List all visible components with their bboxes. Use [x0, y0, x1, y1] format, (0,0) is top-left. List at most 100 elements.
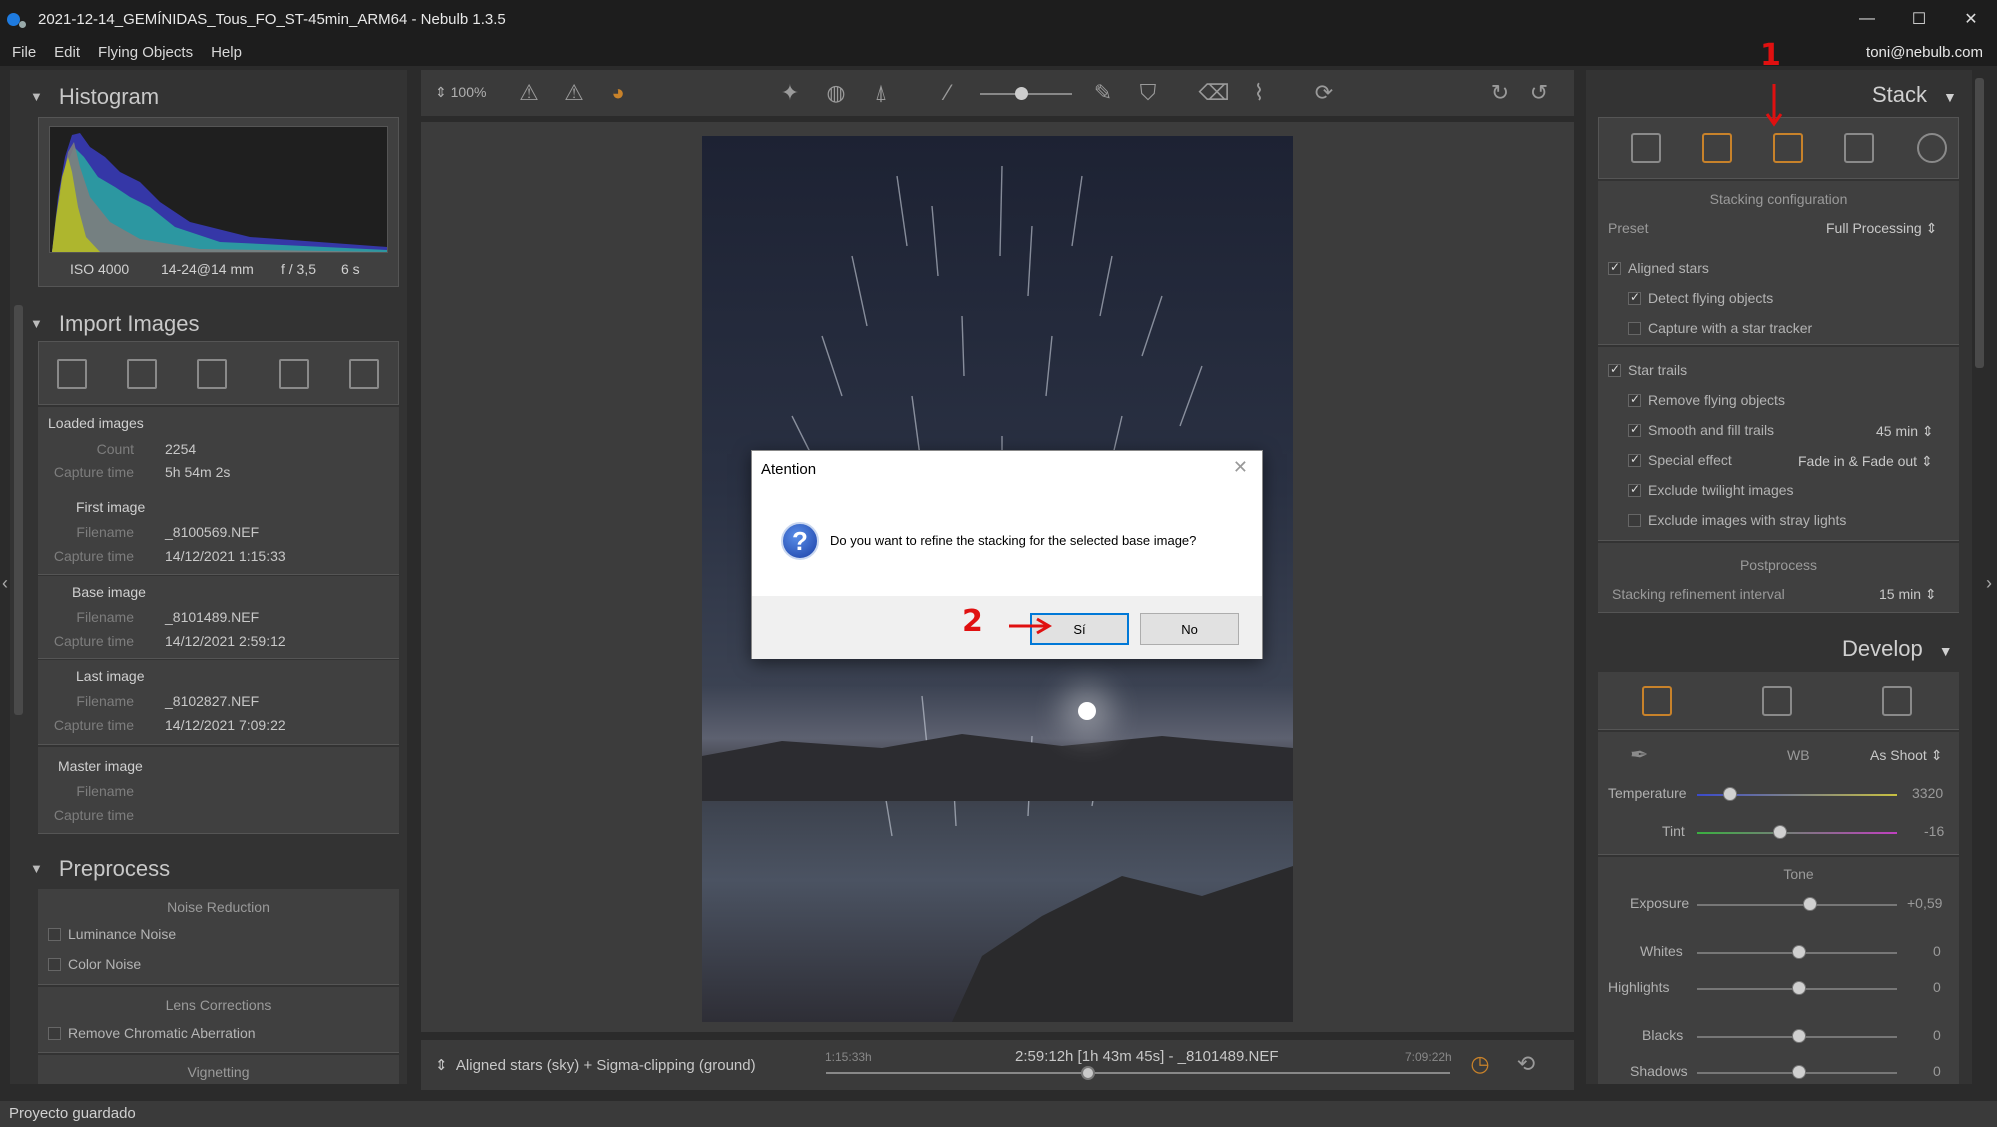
menu-help[interactable]: Help — [211, 44, 242, 61]
chromatic-aberration-checkbox[interactable]: Remove Chromatic Aberration — [48, 1025, 256, 1041]
import-images-header[interactable]: ▼ Import Images — [30, 311, 199, 337]
develop-landscape-icon[interactable] — [1762, 686, 1792, 716]
whites-knob[interactable] — [1792, 945, 1806, 959]
highlights-knob[interactable] — [1792, 981, 1806, 995]
main-toolbar: ⇕ 100% ⚠ ⚠ ◕ ✦ ◍ ⍋ ⁄ ✎ ⛉ ⌫ ⌇ ⟳ ↻ ↺ — [421, 70, 1574, 116]
shadows-knob[interactable] — [1792, 1065, 1806, 1079]
luminance-noise-checkbox[interactable]: Luminance Noise — [48, 926, 176, 942]
exclude-stray-lights-checkbox[interactable]: Exclude images with stray lights — [1628, 512, 1846, 528]
develop-image-icon[interactable] — [1642, 686, 1672, 716]
user-account[interactable]: toni@nebulb.com — [1866, 44, 1983, 61]
smooth-interval-dropdown[interactable]: 45 min ⇕ — [1876, 423, 1934, 440]
noise-reduction-box: Noise Reduction Luminance Noise Color No… — [38, 889, 399, 985]
exclude-twilight-checkbox[interactable]: Exclude twilight images — [1628, 482, 1794, 498]
detect-flying-objects-checkbox[interactable]: Detect flying objects — [1628, 290, 1773, 306]
stack-header[interactable]: Stack ▼ — [1872, 82, 1957, 108]
exposure-slider[interactable] — [1697, 904, 1897, 906]
loaded-images-box: Loaded images Count 2254 Capture time 5h… — [38, 407, 399, 575]
preprocess-header[interactable]: ▼ Preprocess — [30, 856, 170, 882]
import-folder-icon[interactable] — [127, 359, 157, 389]
special-effect-dropdown[interactable]: Fade in & Fade out ⇕ — [1798, 453, 1933, 470]
base-capture-time: 14/12/2021 2:59:12 — [165, 633, 286, 649]
palette-icon[interactable]: ◕ — [605, 80, 631, 105]
collapse-triangle-icon[interactable]: ▼ — [30, 89, 43, 104]
stars-icon[interactable]: ✦ — [777, 80, 803, 105]
import-photos-icon[interactable] — [57, 359, 87, 389]
dialog-close-icon[interactable]: ✕ — [1233, 457, 1248, 478]
postprocess-box: Postprocess Stacking refinement interval… — [1598, 543, 1959, 613]
refinement-interval-dropdown[interactable]: 15 min ⇕ — [1879, 586, 1937, 603]
redo-icon[interactable]: ↻ — [1487, 80, 1513, 105]
stacking-mode-selector[interactable]: ⇕ Aligned stars (sky) + Sigma-clipping (… — [435, 1056, 756, 1074]
timeline-track[interactable] — [826, 1072, 1450, 1074]
stack-refine-icon[interactable] — [1773, 133, 1803, 163]
collapse-triangle-icon[interactable]: ▼ — [30, 316, 43, 331]
collapse-left-icon[interactable]: ‹ — [2, 573, 8, 594]
white-balance-box: ✒ WB As Shoot ⇕ Temperature 3320 Tint -1… — [1598, 732, 1959, 855]
undo-icon[interactable]: ↺ — [1526, 80, 1552, 105]
zoom-level[interactable]: ⇕ 100% — [435, 84, 486, 101]
last-image-box: Last image Filename _8102827.NEF Capture… — [38, 660, 399, 745]
left-scrollbar[interactable] — [14, 305, 23, 715]
collapse-triangle-icon[interactable]: ▼ — [30, 861, 43, 876]
develop-crop-icon[interactable] — [1882, 686, 1912, 716]
magic-wand-icon[interactable]: ⁄ — [935, 80, 961, 105]
annotation-arrow-down — [1765, 84, 1783, 127]
eyedropper-icon[interactable]: ✒ — [1630, 742, 1648, 768]
broom-icon[interactable]: ⌇ — [1246, 80, 1272, 105]
aligned-stars-checkbox[interactable]: Aligned stars — [1608, 260, 1709, 276]
menu-edit[interactable]: Edit — [54, 44, 80, 61]
minimize-button[interactable]: — — [1841, 0, 1893, 38]
annotation-arrow-right — [1009, 617, 1052, 635]
special-effect-checkbox[interactable]: Special effect — [1628, 452, 1732, 468]
stack-check-icon[interactable] — [1702, 133, 1732, 163]
no-button[interactable]: No — [1140, 613, 1239, 645]
preset-dropdown[interactable]: Full Processing ⇕ — [1826, 220, 1937, 237]
last-capture-time: 14/12/2021 7:09:22 — [165, 717, 286, 733]
brush-size-knob[interactable] — [1015, 87, 1028, 100]
menu-file[interactable]: File — [12, 44, 36, 61]
maximize-button[interactable]: ☐ — [1893, 0, 1945, 38]
planet-icon[interactable]: ◍ — [823, 80, 849, 105]
brush-icon[interactable]: ✎ — [1090, 80, 1116, 105]
develop-header[interactable]: Develop ▼ — [1842, 636, 1953, 662]
fill-bucket-icon[interactable]: ⛉ — [1135, 80, 1161, 105]
wb-dropdown[interactable]: As Shoot ⇕ — [1870, 747, 1942, 764]
histogram-header[interactable]: ▼ Histogram — [30, 84, 159, 110]
warning-outline-icon[interactable]: ⚠ — [516, 80, 542, 105]
temperature-knob[interactable] — [1723, 787, 1737, 801]
tint-knob[interactable] — [1773, 825, 1787, 839]
color-noise-checkbox[interactable]: Color Noise — [48, 956, 141, 972]
collapse-right-icon[interactable]: › — [1986, 573, 1992, 594]
exposure-knob[interactable] — [1803, 897, 1817, 911]
play-icon[interactable] — [1631, 133, 1661, 163]
histogram-graph — [49, 126, 388, 253]
star-trails-checkbox[interactable]: Star trails — [1608, 362, 1687, 378]
aperture-value: f / 3,5 — [281, 261, 317, 277]
import-clipboard-icon[interactable] — [349, 359, 379, 389]
eraser-icon[interactable]: ⌫ — [1198, 80, 1229, 105]
stack-compare-icon[interactable] — [1844, 133, 1874, 163]
close-button[interactable]: ✕ — [1945, 0, 1997, 38]
first-capture-time: 14/12/2021 1:15:33 — [165, 548, 286, 564]
remove-flying-objects-checkbox[interactable]: Remove flying objects — [1628, 392, 1785, 408]
blacks-knob[interactable] — [1792, 1029, 1806, 1043]
clock-icon[interactable]: ◷ — [1467, 1051, 1493, 1076]
tower-icon[interactable]: ⍋ — [868, 80, 894, 105]
histogram-panel: ISO 4000 14-24@14 mm f / 3,5 6 s — [38, 117, 399, 287]
stacking-config-box: Stacking configuration Preset Full Proce… — [1598, 181, 1959, 345]
menu-bar: File Edit Flying Objects Help toni@nebul… — [0, 38, 1997, 66]
menu-flying-objects[interactable]: Flying Objects — [98, 44, 193, 61]
base-image-box: Base image Filename _8101489.NEF Capture… — [38, 576, 399, 659]
timeline-knob[interactable] — [1081, 1066, 1095, 1080]
import-calendar-icon[interactable] — [197, 359, 227, 389]
right-scrollbar[interactable] — [1975, 78, 1984, 368]
refresh-icon[interactable]: ⟳ — [1311, 80, 1337, 105]
reset-icon[interactable] — [1917, 133, 1947, 163]
import-image-icon[interactable] — [279, 359, 309, 389]
tint-slider[interactable] — [1697, 832, 1897, 834]
smooth-fill-trails-checkbox[interactable]: Smooth and fill trails — [1628, 422, 1774, 438]
warning-filled-icon[interactable]: ⚠ — [561, 80, 587, 105]
history-icon[interactable]: ⟲ — [1513, 1051, 1539, 1076]
star-tracker-checkbox[interactable]: Capture with a star tracker — [1628, 320, 1812, 336]
